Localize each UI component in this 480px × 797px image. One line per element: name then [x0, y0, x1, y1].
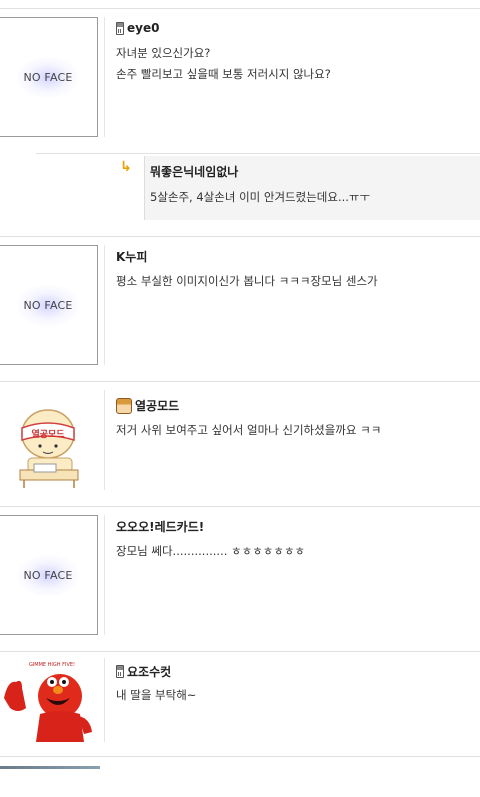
- reply-text: 5살손주, 4살손녀 이미 안겨드렸는데요...ㅠㅜ: [150, 190, 371, 204]
- comment-text: 자녀분 있으신가요? 손주 빨리보고 싶을때 보통 저러시지 않나요?: [116, 43, 331, 85]
- author-name: K누피: [116, 250, 148, 264]
- divider: [0, 236, 480, 237]
- divider: [104, 515, 105, 635]
- author-name: 요조수컷: [127, 665, 172, 679]
- cartoon-avatar-image: 열공모드: [19, 409, 79, 488]
- comment-author[interactable]: 오오오!레드카드!: [116, 518, 204, 535]
- divider: [0, 756, 480, 757]
- no-face-placeholder: NO FACE: [17, 284, 79, 326]
- divider: [104, 390, 105, 490]
- no-face-placeholder: NO FACE: [17, 56, 79, 98]
- comment-text: 저거 사위 보여주고 싶어서 얼마나 신기하셨을까요 ㅋㅋ: [116, 420, 381, 441]
- comment-author[interactable]: eye0: [116, 21, 159, 35]
- comment-author[interactable]: 요조수컷: [116, 663, 171, 680]
- avatar[interactable]: GIMME HIGH FIVE!: [0, 658, 100, 742]
- divider: [36, 153, 480, 154]
- comment-line: 자녀분 있으신가요?: [116, 46, 211, 60]
- divider: [0, 651, 480, 652]
- author-name: 열공모드: [135, 399, 180, 413]
- avatar[interactable]: [0, 766, 100, 769]
- comment-text: 평소 부실한 이미지이신가 봅니다 ㅋㅋㅋ장모님 센스가: [116, 271, 378, 292]
- author-name: eye0: [127, 21, 160, 35]
- divider: [104, 17, 105, 137]
- comment-line: 저거 사위 보여주고 싶어서 얼마나 신기하셨을까요 ㅋㅋ: [116, 423, 382, 437]
- no-face-placeholder: NO FACE: [17, 554, 79, 596]
- divider: [0, 381, 480, 382]
- reply-arrow-icon: ↳: [120, 159, 132, 175]
- avatar[interactable]: 열공모드: [4, 390, 100, 490]
- comment-line: 평소 부실한 이미지이신가 봅니다 ㅋㅋㅋ장모님 센스가: [116, 274, 378, 288]
- comment-line: 장모님 쎄다............... ㅎㅎㅎㅎㅎㅎㅎ: [116, 544, 306, 558]
- avatar[interactable]: NO FACE: [0, 17, 98, 137]
- avatar[interactable]: NO FACE: [0, 245, 98, 365]
- badge-text: 열공모드: [31, 428, 65, 440]
- avatar[interactable]: NO FACE: [0, 515, 98, 635]
- phone-icon: [116, 665, 124, 678]
- user-badge-icon: [116, 397, 132, 414]
- elmo-image: GIMME HIGH FIVE!: [0, 658, 100, 742]
- comment-line: 손주 빨리보고 싶을때 보통 저러시지 않나요?: [116, 67, 331, 81]
- comment-text: 장모님 쎄다............... ㅎㅎㅎㅎㅎㅎㅎ: [116, 541, 305, 562]
- comment-text: 내 딸을 부탁해~: [116, 685, 196, 706]
- sign-text: GIMME HIGH FIVE!: [29, 662, 75, 668]
- divider: [104, 245, 105, 365]
- divider: [0, 506, 480, 507]
- divider: [0, 8, 480, 9]
- author-name: 오오오!레드카드!: [116, 520, 205, 534]
- comment-line: 내 딸을 부탁해~: [116, 688, 197, 702]
- divider: [104, 658, 105, 742]
- reply-author[interactable]: 뭐좋은닉네임없나: [150, 163, 238, 180]
- comment-author[interactable]: 열공모드: [116, 397, 179, 414]
- reply-item: ↳ 뭐좋은닉네임없나 5살손주, 4살손녀 이미 안겨드렸는데요...ㅠㅜ: [36, 153, 480, 223]
- phone-icon: [116, 21, 124, 35]
- comment-author[interactable]: K누피: [116, 248, 147, 265]
